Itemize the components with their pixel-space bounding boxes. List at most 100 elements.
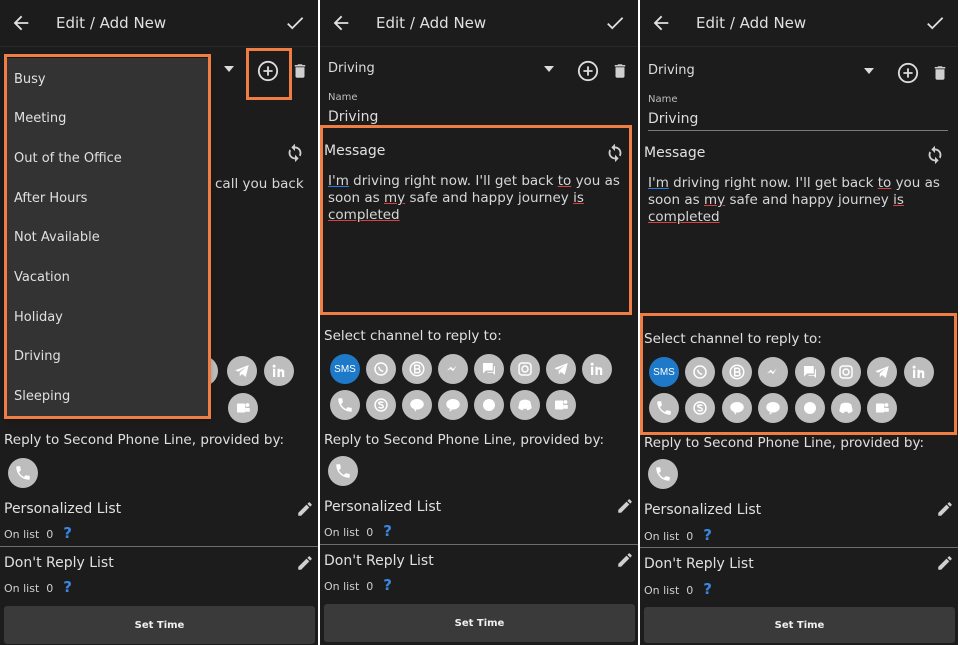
chat-channel[interactable] <box>795 357 825 387</box>
message-word: safe and happy journey <box>409 190 569 206</box>
set-time-button[interactable]: Set Time <box>4 606 315 644</box>
name-field[interactable]: Driving <box>648 111 698 127</box>
trash-icon[interactable] <box>291 61 309 81</box>
phone-channel[interactable] <box>649 393 679 423</box>
second-line-label: Reply to Second Phone Line, provided by: <box>644 435 925 451</box>
menu-item-busy[interactable]: Busy <box>14 72 46 87</box>
set-time-button[interactable]: Set Time <box>324 604 635 642</box>
trash-icon[interactable] <box>931 63 949 83</box>
dont-reply-list-title: Don't Reply List <box>644 556 754 572</box>
set-time-button[interactable]: Set Time <box>644 607 955 643</box>
telegram-icon <box>235 365 249 377</box>
instagram-channel[interactable] <box>510 354 540 384</box>
telegram-channel[interactable] <box>546 354 576 384</box>
help-icon[interactable]: ? <box>63 578 72 596</box>
message-text[interactable]: I'm driving right now. I'll get back to … <box>648 175 944 226</box>
add-circle-icon[interactable] <box>257 60 279 82</box>
business-channel[interactable] <box>722 357 752 387</box>
talk-channel[interactable] <box>438 390 468 420</box>
refresh-icon[interactable] <box>284 141 306 163</box>
linkedin-channel[interactable] <box>904 357 934 387</box>
edit-pencil-icon[interactable] <box>936 500 954 518</box>
name-field[interactable]: Driving <box>328 109 378 125</box>
teams-channel[interactable] <box>546 390 576 420</box>
message-text[interactable]: I'm driving right now. I'll get back to … <box>328 173 624 224</box>
phone-channel[interactable] <box>330 390 360 420</box>
menu-item-sleeping[interactable]: Sleeping <box>14 389 70 404</box>
edit-pencil-icon[interactable] <box>296 500 314 518</box>
phone-icon <box>336 464 350 478</box>
line-channel[interactable] <box>402 390 432 420</box>
linkedin-channel[interactable] <box>264 356 294 386</box>
messenger-channel[interactable] <box>438 354 468 384</box>
discord-channel[interactable] <box>831 393 861 423</box>
teams-channel[interactable] <box>867 393 897 423</box>
edit-pencil-icon[interactable] <box>936 554 954 572</box>
business-channel[interactable] <box>402 354 432 384</box>
help-icon[interactable]: ? <box>383 576 392 594</box>
message-word: to <box>877 175 892 191</box>
personalized-on-list: On list 0? <box>324 522 392 540</box>
dropdown-arrow-icon <box>544 66 554 72</box>
chat-channel[interactable] <box>474 354 504 384</box>
check-icon[interactable] <box>924 12 946 34</box>
whatsapp-channel[interactable] <box>685 357 715 387</box>
divider <box>320 544 638 545</box>
signal-channel[interactable] <box>795 393 825 423</box>
menu-item-meeting[interactable]: Meeting <box>14 111 66 126</box>
refresh-icon[interactable] <box>924 143 946 165</box>
menu-item-holiday[interactable]: Holiday <box>14 310 63 325</box>
skype-channel[interactable] <box>366 390 396 420</box>
personalized-list-title: Personalized List <box>4 501 122 517</box>
trash-icon[interactable] <box>611 61 629 81</box>
add-circle-icon[interactable] <box>897 62 919 84</box>
check-icon[interactable] <box>604 12 626 34</box>
discord-channel[interactable] <box>510 390 540 420</box>
back-arrow-icon[interactable] <box>10 12 32 34</box>
skype-channel[interactable] <box>685 393 715 423</box>
profile-dropdown[interactable]: Driving <box>648 60 880 84</box>
skype-icon <box>374 398 388 412</box>
message-label: Message <box>324 143 386 159</box>
sms-icon: SMS <box>334 363 356 375</box>
help-icon[interactable]: ? <box>703 526 712 544</box>
menu-item-after-hours[interactable]: After Hours <box>14 191 87 206</box>
linkedin-icon <box>912 365 925 378</box>
refresh-icon[interactable] <box>604 141 626 163</box>
signal-channel[interactable] <box>474 390 504 420</box>
telegram-channel[interactable] <box>227 356 257 386</box>
instagram-channel[interactable] <box>831 357 861 387</box>
messenger-channel[interactable] <box>758 357 788 387</box>
help-icon[interactable]: ? <box>63 524 72 542</box>
second-line-phone-channel[interactable] <box>328 456 358 486</box>
back-arrow-icon[interactable] <box>650 12 672 34</box>
menu-item-out-of-office[interactable]: Out of the Office <box>14 151 122 166</box>
add-circle-icon[interactable] <box>577 60 599 82</box>
profile-dropdown[interactable]: Driving <box>328 58 560 82</box>
menu-item-not-available[interactable]: Not Available <box>14 230 100 245</box>
second-line-phone-channel[interactable] <box>648 459 678 489</box>
edit-pencil-icon[interactable] <box>616 497 634 515</box>
line-channel[interactable] <box>722 393 752 423</box>
sms-channel[interactable]: SMS <box>649 357 679 387</box>
telegram-channel[interactable] <box>867 357 897 387</box>
menu-item-driving[interactable]: Driving <box>14 349 61 364</box>
talk-channel[interactable] <box>758 393 788 423</box>
screen-panel-1: Edit / Add New call you back Reply to Se… <box>0 0 318 645</box>
second-line-phone-channel[interactable] <box>8 458 38 488</box>
select-channel-label: Select channel to reply to: <box>644 331 822 347</box>
help-icon[interactable]: ? <box>383 522 392 540</box>
linkedin-channel[interactable] <box>582 354 612 384</box>
edit-pencil-icon[interactable] <box>296 554 314 572</box>
instagram-icon <box>518 362 532 376</box>
edit-pencil-icon[interactable] <box>616 551 634 569</box>
back-arrow-icon[interactable] <box>330 12 352 34</box>
teams-channel[interactable] <box>228 393 258 423</box>
menu-item-vacation[interactable]: Vacation <box>14 270 70 285</box>
check-icon[interactable] <box>284 12 306 34</box>
business-icon <box>409 361 425 377</box>
help-icon[interactable]: ? <box>703 580 712 598</box>
on-list-count: 0 <box>686 530 694 543</box>
sms-channel[interactable]: SMS <box>330 354 360 384</box>
whatsapp-channel[interactable] <box>366 354 396 384</box>
